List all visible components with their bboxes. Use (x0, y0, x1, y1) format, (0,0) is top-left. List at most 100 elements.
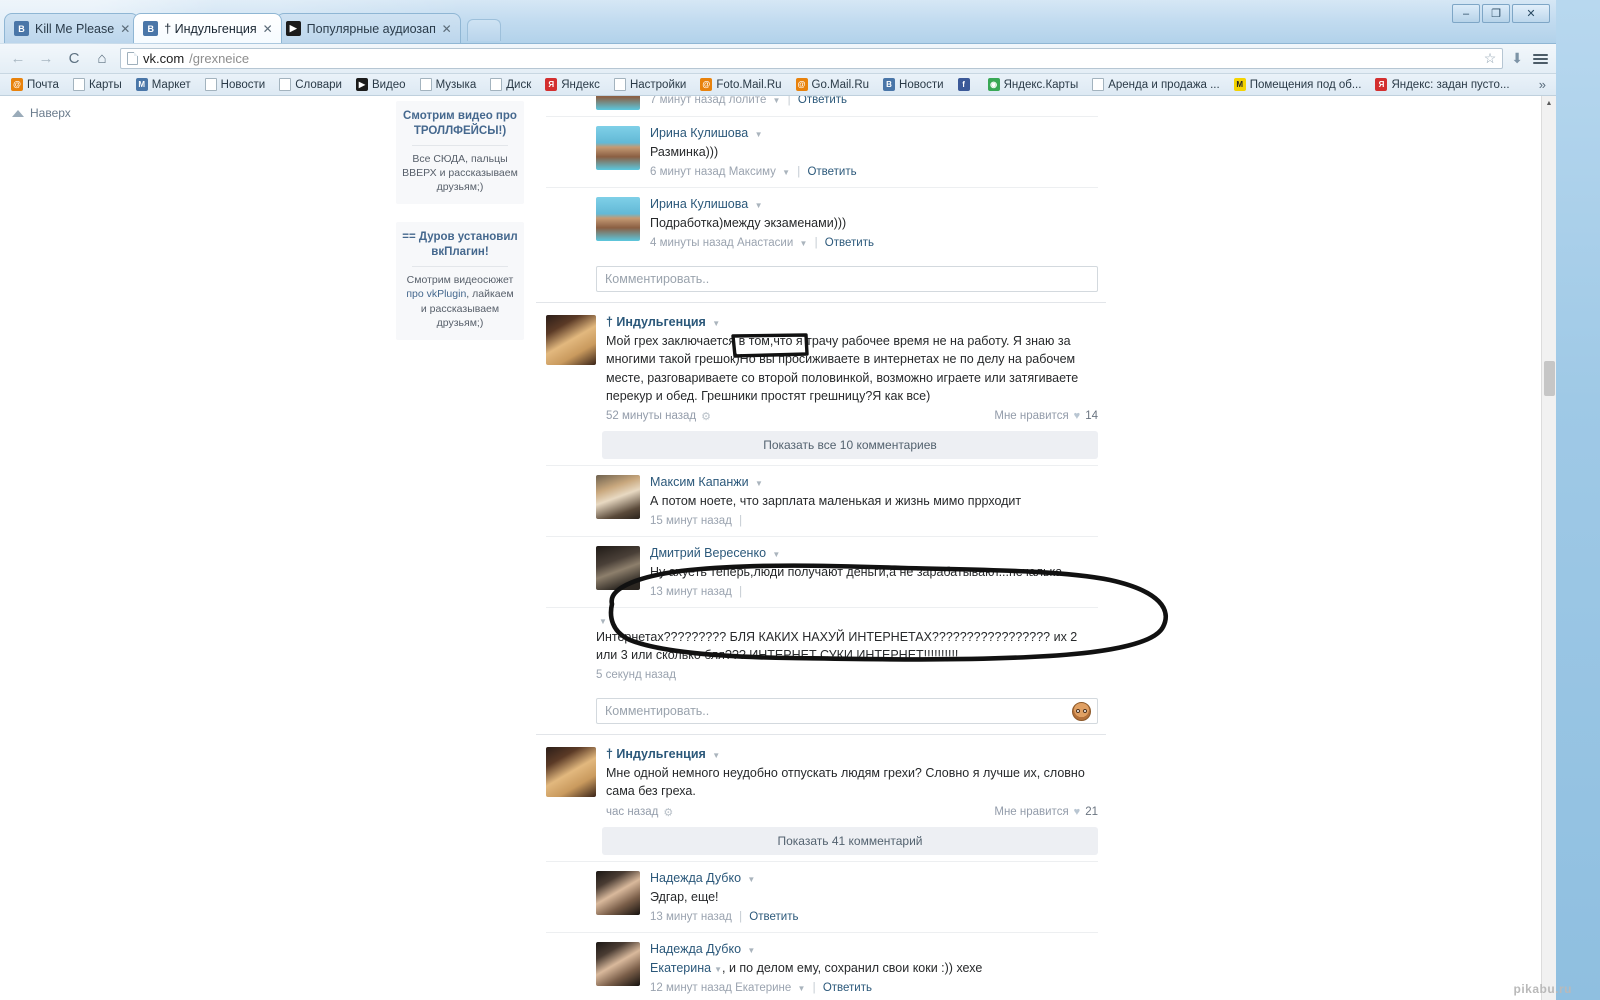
bookmark-star-icon[interactable]: ☆ (1484, 50, 1497, 67)
reply-link[interactable]: Ответить (749, 911, 798, 923)
bookmark-pomescheniya[interactable]: М Помещения под об... (1227, 77, 1369, 92)
page-viewport: Наверх Смотрим видео про ТРОЛЛФЕЙСЫ!) Вс… (0, 96, 1556, 1000)
avatar[interactable] (596, 941, 640, 986)
comment-input[interactable]: Комментировать.. (596, 266, 1098, 293)
tab-popular-audio[interactable]: ▶ Популярные аудиозапис ✕ (275, 13, 461, 43)
forward-icon[interactable]: → (36, 49, 56, 69)
vertical-scrollbar[interactable]: ▲ (1541, 96, 1556, 1000)
avatar[interactable] (596, 474, 640, 519)
bookmark-yandex-1[interactable]: Я Яндекс (538, 77, 607, 92)
show-all-comments-button[interactable]: Показать все 10 комментариев (602, 430, 1098, 459)
comment-author[interactable]: Ирина Кулишова (650, 126, 748, 140)
reply-link[interactable]: Ответить (823, 982, 872, 994)
avatar[interactable] (596, 197, 640, 242)
like-group[interactable]: Мне нравится ♥ 14 (994, 410, 1098, 422)
avatar[interactable] (596, 96, 640, 110)
bookmark-facebook[interactable]: f (951, 77, 981, 92)
comment-addressee[interactable]: Анастасии (737, 237, 793, 249)
chevron-down-icon[interactable]: ▼ (755, 201, 763, 210)
maximize-button[interactable]: ❐ (1482, 4, 1510, 23)
post-author[interactable]: † Индульгенция (606, 315, 706, 329)
bookmark-market[interactable]: M Маркет (129, 77, 198, 92)
bookmark-yandex-maps[interactable]: ◉ Яндекс.Карты (981, 77, 1086, 92)
download-icon[interactable]: ⬇ (1511, 50, 1523, 67)
tab-close-icon[interactable]: ✕ (263, 23, 275, 35)
comment-input[interactable]: Комментировать.. (596, 698, 1098, 725)
chevron-down-icon[interactable]: ▼ (714, 965, 722, 974)
avatar[interactable] (596, 126, 640, 170)
comment-author[interactable]: Ирина Кулишова (650, 197, 748, 211)
new-tab-button[interactable] (466, 19, 501, 41)
bookmark-novosti-1[interactable]: Новости (198, 77, 273, 92)
gear-icon[interactable]: ⚙ (701, 410, 711, 423)
address-bar[interactable]: vk.com /grexneice ☆ (120, 48, 1504, 69)
bookmark-nastroyki[interactable]: Настройки (607, 77, 693, 92)
comment-author[interactable]: Максим Капанжи (650, 475, 749, 489)
chevron-down-icon[interactable]: ▼ (772, 550, 780, 559)
reply-link[interactable]: Ответить (798, 96, 847, 106)
bookmark-label: Яндекс.Карты (1003, 78, 1079, 91)
chevron-down-icon[interactable]: ▼ (712, 751, 720, 760)
chevron-down-icon[interactable]: ▼ (799, 239, 807, 248)
like-group[interactable]: Мне нравится ♥ 21 (994, 806, 1098, 818)
chevron-down-icon[interactable]: ▼ (747, 946, 755, 955)
comment-author[interactable]: Надежда Дубко (650, 942, 741, 956)
bookmark-disk[interactable]: Диск (483, 77, 538, 92)
tab-close-icon[interactable]: ✕ (442, 23, 454, 35)
avatar[interactable] (546, 315, 596, 366)
post-author[interactable]: † Индульгенция (606, 747, 706, 761)
bookmark-pochta[interactable]: @ Почта (4, 77, 66, 92)
bookmark-muzyka[interactable]: Музыка (413, 77, 484, 92)
chevron-down-icon[interactable]: ▼ (755, 479, 763, 488)
chevron-down-icon[interactable]: ▼ (798, 984, 806, 993)
avatar[interactable] (546, 747, 596, 798)
monkey-emoji-icon[interactable] (1072, 702, 1091, 722)
bookmark-karty[interactable]: Карты (66, 77, 129, 92)
comment-mention[interactable]: Екатерина (650, 961, 711, 975)
comment-addressee[interactable]: Екатерине (735, 982, 791, 994)
avatar[interactable] (596, 545, 640, 590)
bookmark-go-mail-ru[interactable]: @ Go.Mail.Ru (789, 77, 877, 92)
chevron-down-icon[interactable]: ▼ (773, 96, 781, 105)
gear-icon[interactable]: ⚙ (663, 806, 673, 819)
vk-favicon-icon: B (143, 21, 159, 36)
menu-icon[interactable] (1533, 53, 1548, 64)
comment-partial: 7 минут назад лолите ▼ | Ответить (546, 96, 1098, 116)
bookmark-novosti-2[interactable]: B Новости (876, 77, 951, 92)
close-button[interactable]: ✕ (1512, 4, 1550, 23)
reload-icon[interactable]: C (64, 49, 84, 69)
bookmark-yandex-2[interactable]: Я Яндекс: задан пусто... (1368, 77, 1516, 92)
reply-link[interactable]: Ответить (807, 166, 856, 178)
scroll-up-arrow-icon[interactable]: ▲ (1541, 96, 1556, 111)
comment-list: 7 минут назад лолите ▼ | Ответить Ирина … (546, 96, 1098, 258)
minimize-button[interactable]: – (1452, 4, 1480, 23)
bookmark-slovari[interactable]: Словари (272, 77, 349, 92)
chevron-down-icon[interactable]: ▼ (782, 168, 790, 177)
comment-addressee[interactable]: лолите (729, 96, 767, 106)
tab-kill-me-please[interactable]: B Kill Me Please ✕ (4, 13, 140, 43)
bookmark-foto-mail-ru[interactable]: @ Foto.Mail.Ru (693, 77, 788, 92)
chevron-down-icon[interactable]: ▼ (712, 319, 720, 328)
post-text: Мой грех заключается в том,что я трачу р… (606, 334, 1079, 403)
chevron-down-icon[interactable]: ▼ (755, 130, 763, 139)
reply-link[interactable]: Ответить (825, 237, 874, 249)
scroll-to-top-link[interactable]: Наверх (12, 106, 71, 120)
comment-author[interactable]: Дмитрий Вересенко (650, 546, 766, 560)
avatar[interactable] (596, 870, 640, 915)
chevron-down-icon[interactable]: ▼ (599, 617, 1098, 626)
bookmark-video[interactable]: ▶ Видео (349, 77, 413, 92)
comment-addressee[interactable]: Максиму (729, 166, 776, 178)
show-all-comments-button[interactable]: Показать 41 комментарий (602, 826, 1098, 855)
home-icon[interactable]: ⌂ (92, 49, 112, 69)
tab-close-icon[interactable]: ✕ (120, 23, 132, 35)
comment-author[interactable]: Надежда Дубко (650, 871, 741, 885)
ad-body-link[interactable]: про vkPlugin (406, 288, 466, 300)
chevron-down-icon[interactable]: ▼ (747, 875, 755, 884)
scrollbar-thumb[interactable] (1544, 361, 1555, 396)
ad-trollfaces[interactable]: Смотрим видео про ТРОЛЛФЕЙСЫ!) Все СЮДА,… (396, 101, 524, 205)
ad-vkplugin[interactable]: == Дуров установил вкПлагин! Смотрим вид… (396, 222, 524, 340)
back-icon[interactable]: ← (8, 49, 28, 69)
bookmark-arenda[interactable]: Аренда и продажа ... (1085, 77, 1226, 92)
bookmarks-overflow-icon[interactable]: » (1533, 77, 1552, 92)
tab-indulgencia[interactable]: B † Индульгенция ✕ (133, 13, 282, 43)
